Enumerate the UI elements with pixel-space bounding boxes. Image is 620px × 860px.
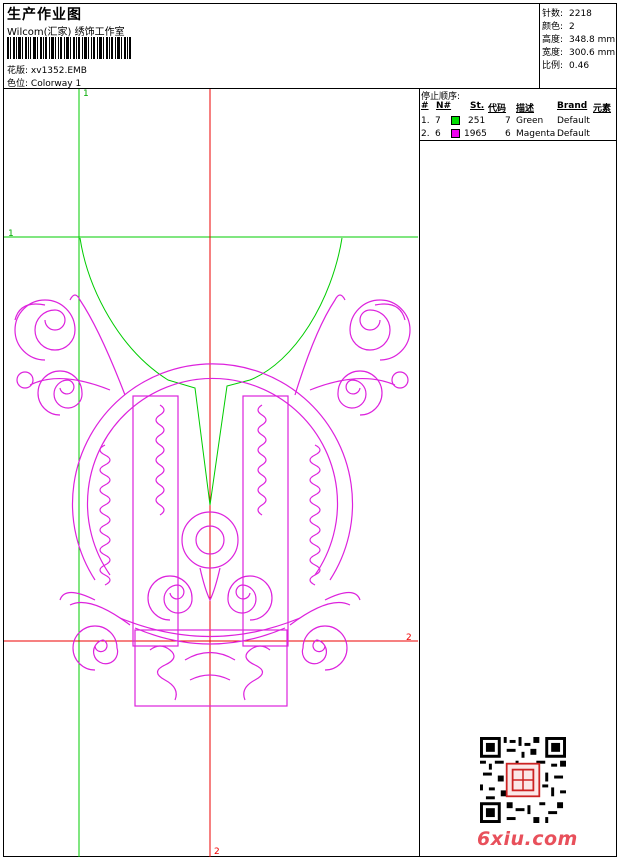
lower-left-spiral (147, 575, 193, 621)
left-dot (16, 371, 34, 389)
lower-panel-left-motif (149, 645, 177, 701)
left-spiral-top (14, 299, 76, 361)
lower-panel-right-motif (243, 645, 271, 701)
corner-right-spiral (301, 625, 348, 671)
right-spiral-mid (337, 370, 383, 416)
corner-left-spiral (72, 625, 119, 671)
embroidery-canvas (4, 89, 418, 857)
watermark-text: 6xiu.com (477, 828, 578, 850)
right-spiral-top (349, 299, 411, 361)
left-column (132, 395, 179, 647)
left-spiral-mid (37, 370, 83, 416)
guide-label-red-v: 2 (214, 847, 220, 857)
big-circle-inner (86, 377, 339, 576)
right-wave-column (309, 444, 321, 586)
corner-left-scroll (59, 591, 131, 626)
guide-label-green-h: 1 (8, 229, 14, 239)
corner-right-scroll (289, 591, 361, 626)
right-dot (391, 371, 409, 389)
right-inner-wave (257, 404, 267, 516)
guide-label-green-v: 1 (83, 89, 89, 99)
right-column (242, 395, 289, 647)
qr-code (480, 737, 566, 823)
lower-right-spiral (227, 575, 273, 621)
big-circle-outer (71, 363, 354, 581)
left-wave-column (99, 444, 111, 586)
magenta-embroidery (14, 294, 411, 707)
left-inner-wave (155, 404, 165, 516)
guide-label-red-h: 2 (406, 633, 412, 643)
